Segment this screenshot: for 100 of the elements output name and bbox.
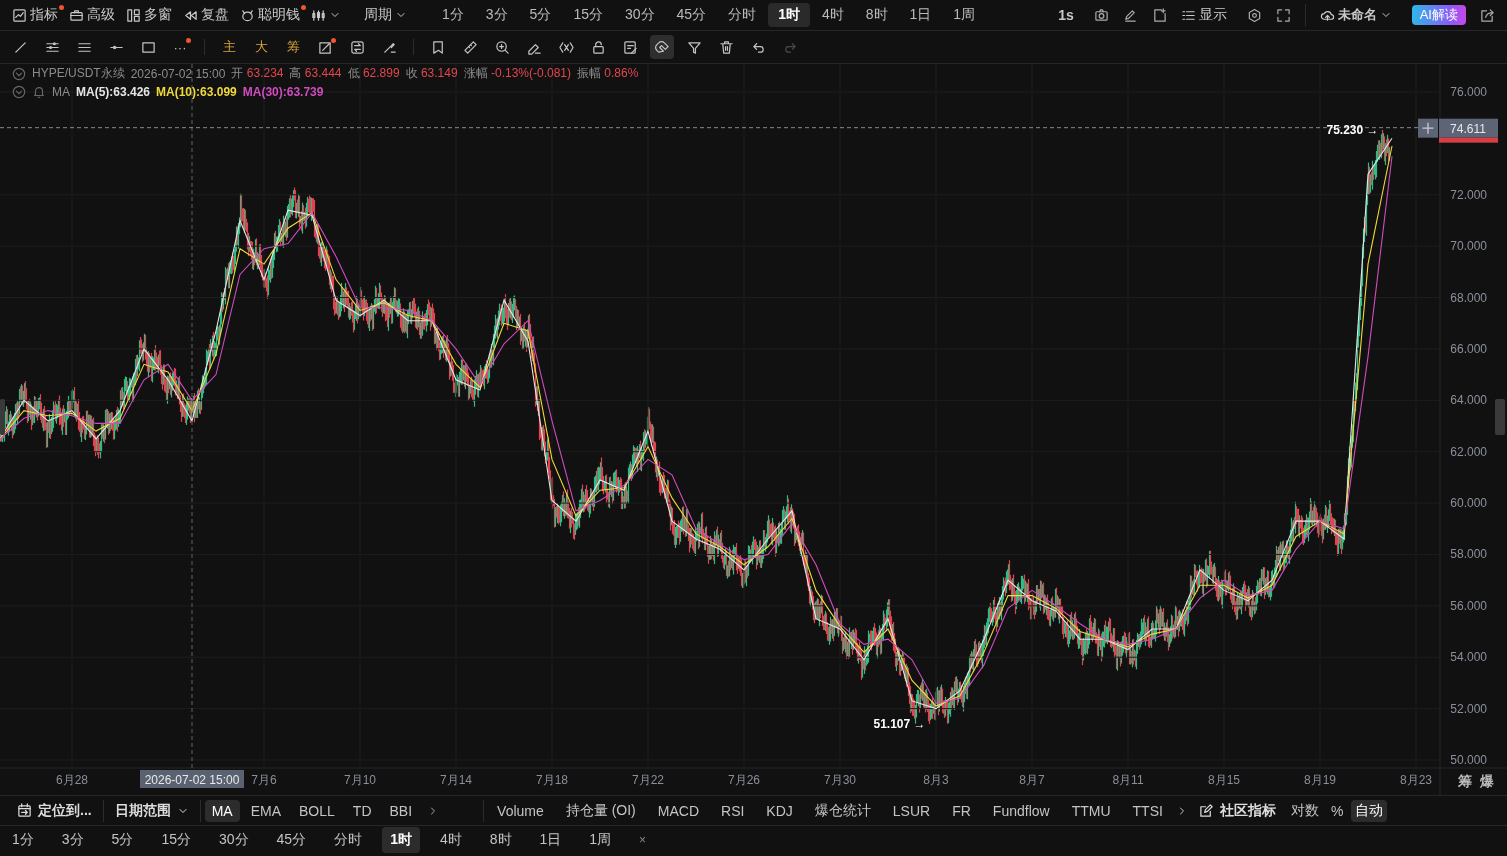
ai-button[interactable]: AI解读: [1411, 5, 1466, 25]
display-button[interactable]: 显示: [1180, 3, 1233, 27]
indicator-tab[interactable]: MA: [204, 799, 240, 822]
community-indicators-button[interactable]: 社区指标: [1191, 799, 1283, 822]
refresh-interval-button[interactable]: 1s: [1058, 3, 1080, 27]
indicator-tab[interactable]: EMA: [243, 799, 288, 822]
add-button[interactable]: [1418, 118, 1438, 138]
new-window-icon[interactable]: [1151, 7, 1167, 23]
tool-button[interactable]: 大: [249, 35, 273, 59]
indicator-tab[interactable]: Volume: [488, 799, 553, 822]
period-tab[interactable]: 1日: [899, 3, 942, 27]
period-tab[interactable]: 5分: [519, 3, 562, 27]
period-tab[interactable]: 45分: [666, 3, 717, 27]
locate-button[interactable]: 定位到...: [10, 799, 99, 822]
axis-label: 66.000: [1450, 341, 1487, 356]
magnet-tool[interactable]: [650, 35, 674, 59]
layout-dropdown[interactable]: 未命名: [1319, 3, 1398, 27]
pencil-icon[interactable]: [1122, 7, 1138, 23]
period-tab[interactable]: 4时: [431, 827, 470, 853]
period-tab[interactable]: 1周: [581, 827, 620, 853]
axis-toggle[interactable]: 爆: [1480, 773, 1494, 789]
indicator-tab[interactable]: 爆仓统计: [805, 799, 880, 822]
period-tab[interactable]: 3分: [475, 3, 518, 27]
close-button[interactable]: ×: [631, 827, 655, 853]
period-tab[interactable]: 分时: [326, 827, 371, 853]
period-dropdown[interactable]: 周期: [364, 3, 413, 27]
axis-label: 60.000: [1450, 496, 1487, 511]
date-label: 8月3: [923, 773, 949, 787]
period-tab[interactable]: 分时: [718, 3, 767, 27]
period-tab[interactable]: 15分: [563, 3, 613, 27]
indicator-tab[interactable]: BBI: [382, 799, 420, 822]
trend-line-icon: [12, 39, 28, 55]
menu-button[interactable]: 复盘: [183, 3, 235, 27]
scale-toggle[interactable]: 对数: [1286, 799, 1323, 822]
axis-label: 50.000: [1450, 753, 1487, 767]
calendar-arrow-icon: [17, 803, 32, 818]
period-tab[interactable]: 1分: [432, 3, 474, 27]
side-handle[interactable]: [0, 399, 5, 435]
indicator-tab[interactable]: BOLL: [292, 799, 342, 822]
bell-icon[interactable]: [32, 84, 46, 99]
date-label: 7月14: [440, 773, 472, 787]
candle-time: 2026-07-02 15:00: [130, 66, 226, 81]
indicator-tab[interactable]: 持仓量 (OI): [556, 799, 645, 822]
indicator-tab[interactable]: KDJ: [757, 799, 802, 822]
period-tab[interactable]: 3分: [53, 827, 92, 853]
ohlc-stat: 高 63.444: [289, 65, 342, 82]
symbol-name: HYPE/USDT永续: [32, 65, 125, 82]
date-label: 7月22: [632, 773, 664, 787]
ma-value: MA(10):63.099: [156, 84, 237, 99]
menu-button[interactable]: 聪明钱: [240, 3, 306, 27]
period-tab[interactable]: 15分: [153, 827, 199, 853]
magnet-icon: [654, 39, 670, 55]
swap-icon: [349, 39, 365, 55]
rectangle-icon: [140, 39, 156, 55]
parallel-lines-icon: [44, 39, 60, 55]
period-tab[interactable]: 1周: [943, 3, 986, 27]
menu-button[interactable]: 多窗: [126, 3, 178, 27]
indicator-tab[interactable]: TD: [345, 799, 379, 822]
indicator-tab[interactable]: MACD: [648, 799, 708, 822]
scale-toggle[interactable]: 自动: [1351, 799, 1388, 822]
camera-icon[interactable]: [1093, 7, 1109, 23]
fullscreen-icon[interactable]: [1275, 7, 1291, 23]
axis-toggle[interactable]: 筹: [1458, 773, 1472, 789]
share-icon[interactable]: [1480, 7, 1495, 23]
edit-icon: [622, 39, 638, 55]
briefcase-icon: [69, 7, 84, 23]
period-tab[interactable]: 8时: [481, 827, 520, 853]
tool-button[interactable]: 主: [217, 35, 241, 59]
period-tab[interactable]: 8时: [855, 3, 898, 27]
indicator-tab[interactable]: LSUR: [883, 799, 940, 822]
period-tab[interactable]: 30分: [210, 827, 257, 853]
collapse-icon[interactable]: [12, 66, 26, 81]
tool-button[interactable]: 筹: [281, 35, 305, 59]
side-handle[interactable]: [1495, 399, 1505, 435]
date-range-dropdown[interactable]: 日期范围: [107, 799, 196, 822]
indicator-tab[interactable]: TTSI: [1123, 799, 1172, 822]
period-tab[interactable]: 1时: [768, 3, 810, 27]
indicator-tab[interactable]: RSI: [712, 799, 754, 822]
scale-toggle[interactable]: %: [1326, 799, 1348, 822]
period-tab[interactable]: 30分: [614, 3, 665, 27]
edit-square-icon: [1198, 803, 1214, 818]
indicator-tab[interactable]: Fundflow: [983, 799, 1059, 822]
ma-value: MA(5):63.426: [76, 84, 151, 99]
period-tab[interactable]: 5分: [103, 827, 142, 853]
period-tab[interactable]: 1分: [4, 827, 42, 853]
indicator-tab[interactable]: FR: [943, 799, 980, 822]
period-tab[interactable]: 4时: [811, 3, 854, 27]
settings-icon[interactable]: [1246, 7, 1262, 23]
tool-button[interactable]: ···: [168, 35, 192, 59]
collapse-icon[interactable]: [12, 84, 26, 99]
menu-button[interactable]: 指标: [12, 3, 64, 27]
period-tab[interactable]: 1日: [531, 827, 570, 853]
menu-button[interactable]: 高级: [69, 3, 121, 27]
ohlc-stat: 涨幅 -0.13%(-0.081): [463, 65, 571, 82]
last-price-label: 74.611: [1439, 118, 1498, 143]
period-tab[interactable]: 45分: [268, 827, 315, 853]
period-tab[interactable]: 1时: [382, 827, 420, 853]
date-label: 6月28: [56, 773, 88, 787]
indicator-tab[interactable]: TTMU: [1062, 799, 1120, 822]
ohlc-stat: 开 63.234: [231, 65, 284, 82]
